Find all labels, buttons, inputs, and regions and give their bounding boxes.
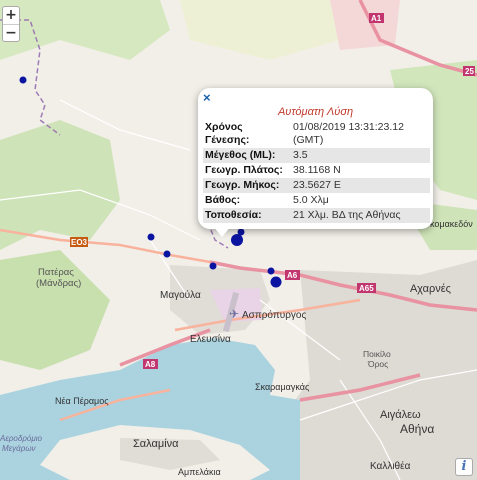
earthquake-marker <box>231 234 243 246</box>
detail-label: Γεωγρ. Μήκος: <box>205 179 280 191</box>
place-label: Ασπρόπυργος <box>242 309 306 321</box>
place-label: Σκαραμαγκάς <box>255 382 310 392</box>
detail-value: 38.1168 N <box>293 164 341 176</box>
place-label: Αχαρνές <box>410 283 451 295</box>
earthquake-details-table: Χρόνος Γένεσης: 01/08/2019 13:31:23.12 (… <box>203 120 430 223</box>
earthquake-marker <box>209 262 217 270</box>
road-label-a8: A8 <box>145 360 156 369</box>
place-label: Ποικίλο <box>363 349 391 359</box>
detail-label: Χρόνος Γένεσης: <box>205 121 250 146</box>
place-label: Πατέρας <box>38 267 74 278</box>
zoom-out-button[interactable]: − <box>3 24 19 41</box>
detail-label: Βάθος: <box>205 194 241 206</box>
place-label: Νέα Πέραμος <box>55 396 109 406</box>
earthquake-marker <box>270 276 282 288</box>
place-label: Αμπελάκια <box>178 467 221 477</box>
detail-label: Τοποθεσία: <box>205 209 262 221</box>
place-label: κομακεδόν <box>430 219 473 229</box>
zoom-control: + − <box>2 6 20 42</box>
detail-row: Μέγεθος (ML): 3.5 <box>203 148 430 163</box>
earthquake-marker <box>267 267 275 275</box>
place-label: Αεροδρόμιο <box>0 434 43 443</box>
airport-icon: ✈ <box>229 307 239 321</box>
detail-row: Γεωγρ. Πλάτος: 38.1168 N <box>203 163 430 178</box>
place-label: Μαγούλα <box>160 289 201 301</box>
detail-value: 23.5627 E <box>293 179 341 191</box>
place-label: Αθήνα <box>400 422 434 436</box>
earthquake-marker <box>237 228 245 236</box>
detail-value: 01/08/2019 13:31:23.12 (GMT) <box>293 121 404 146</box>
earthquake-popup: × Αυτόματη Λύση Χρόνος Γένεσης: 01/08/20… <box>198 88 433 229</box>
place-label: Όρος <box>367 359 388 369</box>
road-label-a65: A65 <box>359 284 374 293</box>
road-label-a6: A6 <box>287 271 298 280</box>
detail-row: Τοποθεσία: 21 Χλμ. ΒΔ της Αθήνας <box>203 208 430 223</box>
detail-value: 21 Χλμ. ΒΔ της Αθήνας <box>293 209 401 221</box>
earthquake-marker <box>19 76 27 84</box>
detail-row: Γεωγρ. Μήκος: 23.5627 E <box>203 178 430 193</box>
place-label: Ελευσίνα <box>190 333 231 345</box>
popup-tip <box>213 226 231 237</box>
earthquake-marker <box>163 250 171 258</box>
road-label-eo3: ΕΟ3 <box>71 238 88 247</box>
map-canvas[interactable]: ✈ A1 25 ΕΟ3 A6 A65 A8 Πατέρας (Μάνδρας) … <box>0 0 477 480</box>
road-label-a1: A1 <box>371 14 382 23</box>
place-label: Σαλαμίνα <box>133 438 179 450</box>
detail-row: Βάθος: 5.0 Χλμ <box>203 193 430 208</box>
place-label: Καλλιθέα <box>370 460 411 472</box>
place-label: (Μάνδρας) <box>36 278 81 289</box>
detail-value: 3.5 <box>293 149 308 161</box>
road-label-25: 25 <box>465 67 474 76</box>
place-label: Αιγάλεω <box>380 409 421 421</box>
close-icon[interactable]: × <box>203 90 211 105</box>
detail-label: Μέγεθος (ML): <box>205 149 276 161</box>
zoom-in-button[interactable]: + <box>3 7 19 24</box>
detail-value: 5.0 Χλμ <box>293 194 329 206</box>
detail-label: Γεωγρ. Πλάτος: <box>205 164 283 176</box>
info-icon[interactable]: i <box>455 458 473 476</box>
earthquake-marker <box>147 233 155 241</box>
popup-title: Αυτόματη Λύση <box>277 106 354 118</box>
detail-row: Χρόνος Γένεσης: 01/08/2019 13:31:23.12 (… <box>203 120 430 148</box>
place-label: Μεγάρων <box>2 444 36 453</box>
